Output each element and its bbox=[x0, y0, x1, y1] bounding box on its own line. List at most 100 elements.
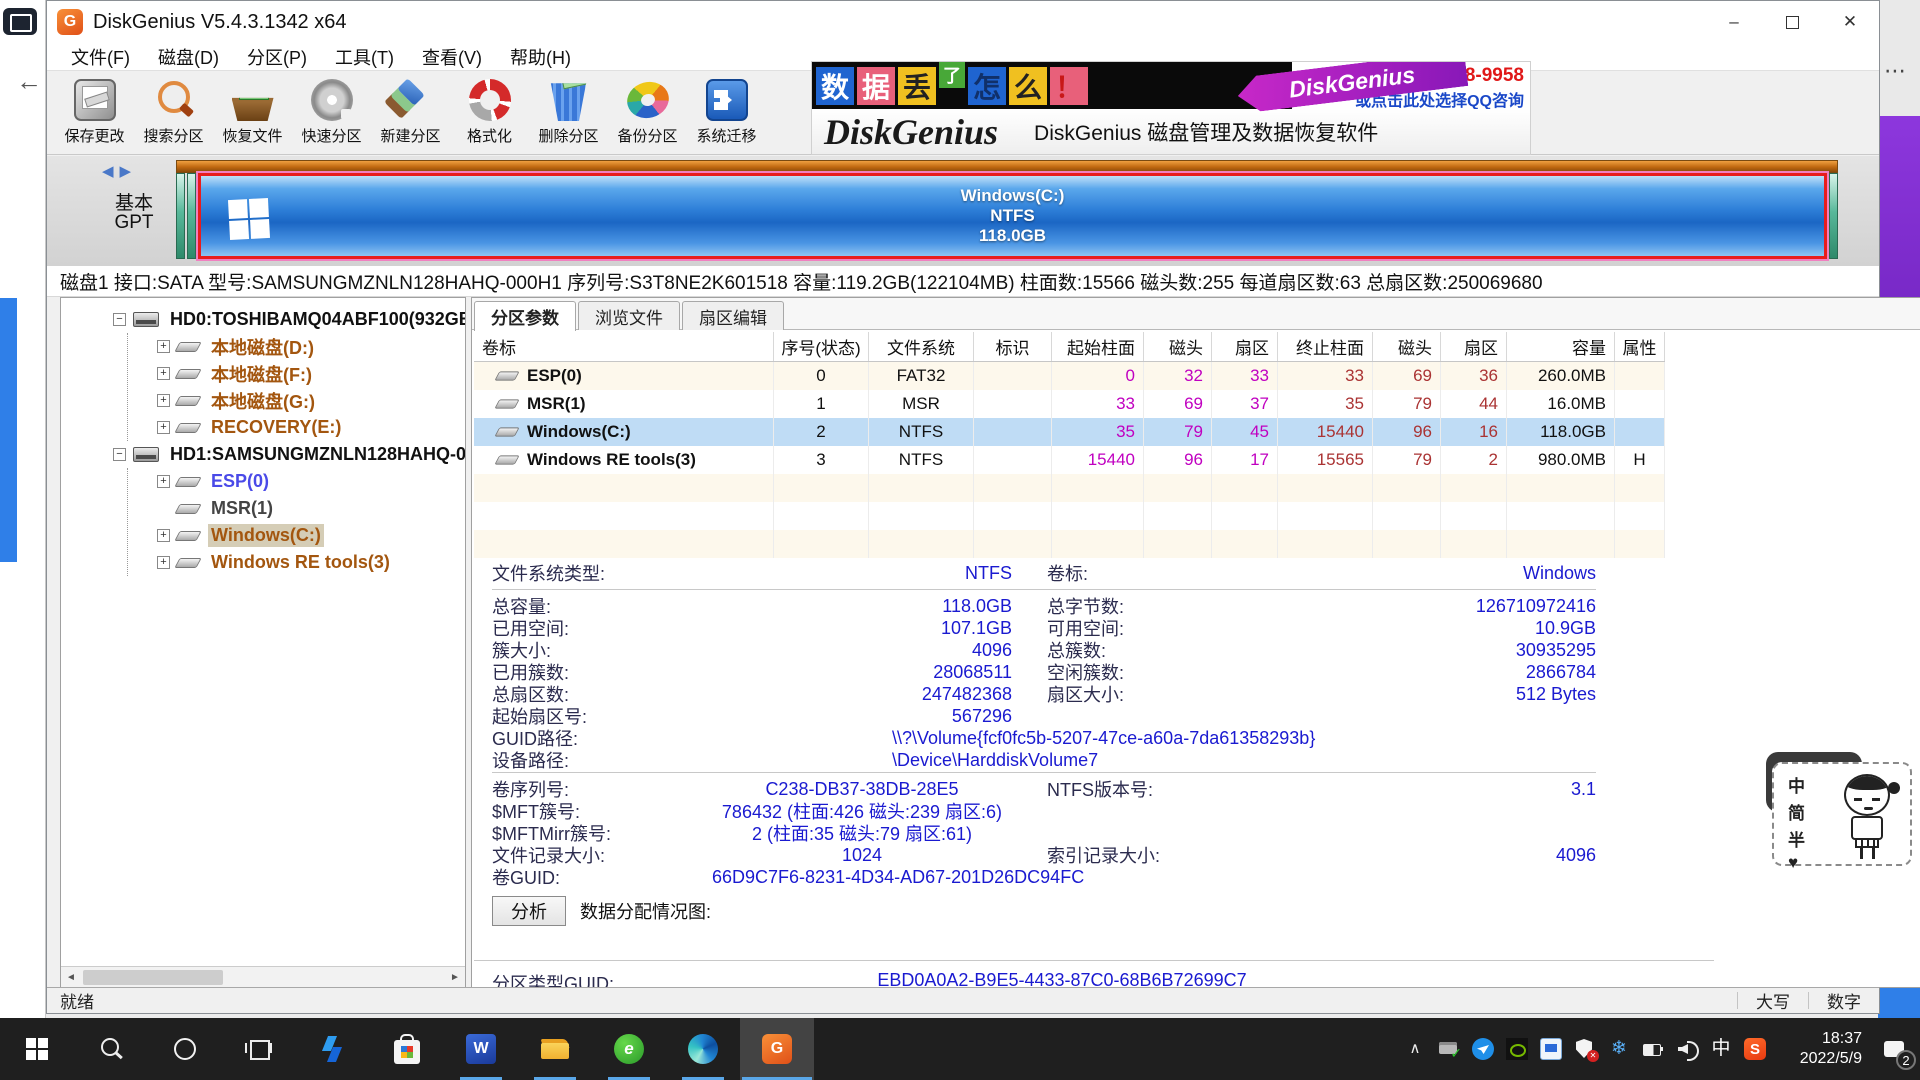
menu-item-1[interactable]: 磁盘(D) bbox=[144, 44, 233, 70]
taskbar-clock[interactable]: 18:37 2022/5/9 bbox=[1772, 1018, 1868, 1080]
menu-item-5[interactable]: 帮助(H) bbox=[496, 44, 585, 70]
tree-item-6[interactable]: +ESP(0) bbox=[61, 468, 465, 495]
cell-eh: 79 bbox=[1373, 446, 1441, 474]
close-button[interactable]: ✕ bbox=[1821, 1, 1879, 43]
cell-ec: 33 bbox=[1278, 362, 1373, 390]
toolbar-button-quick[interactable]: 快速分区 bbox=[292, 71, 371, 154]
tree-item-1[interactable]: +本地磁盘(D:) bbox=[61, 333, 465, 360]
menu-item-0[interactable]: 文件(F) bbox=[57, 44, 144, 70]
column-header-10[interactable]: 容量 bbox=[1507, 332, 1615, 361]
tray-printer-button[interactable] bbox=[1432, 1018, 1466, 1080]
partition-c-selected[interactable]: Windows(C:) NTFS 118.0GB bbox=[198, 173, 1827, 259]
taskbar-browser-360-button[interactable]: e bbox=[592, 1018, 666, 1080]
analyze-button[interactable]: 分析 bbox=[492, 896, 566, 926]
tray-volume-button[interactable] bbox=[1670, 1018, 1704, 1080]
minimize-button[interactable]: – bbox=[1705, 1, 1763, 43]
ime-status-widget[interactable]: 中简半♥ bbox=[1766, 752, 1916, 868]
tab-2[interactable]: 扇区编辑 bbox=[682, 301, 784, 330]
tree-horizontal-scrollbar[interactable]: ◄ ► bbox=[61, 966, 465, 987]
tree-item-2[interactable]: +本地磁盘(F:) bbox=[61, 360, 465, 387]
tray-intel-button[interactable] bbox=[1534, 1018, 1568, 1080]
tray-ime-zh-button[interactable]: 中 bbox=[1704, 1018, 1738, 1080]
ad-banner[interactable]: 数据丢了怎么！ 致电: 400-008-9958 或点击此处选择QQ咨询 Dis… bbox=[812, 62, 1530, 154]
tray-battery-button[interactable] bbox=[1636, 1018, 1670, 1080]
toolbar-button-newpart[interactable]: 新建分区 bbox=[371, 71, 450, 154]
collapse-icon[interactable]: − bbox=[113, 313, 126, 326]
tree-item-9[interactable]: +Windows RE tools(3) bbox=[61, 549, 465, 576]
column-header-8[interactable]: 磁头 bbox=[1373, 332, 1441, 361]
menu-item-4[interactable]: 查看(V) bbox=[408, 44, 496, 70]
table-row-Windows(C:)[interactable]: Windows(C:)2NTFS357945154409616118.0GB bbox=[474, 418, 1665, 446]
column-header-11[interactable]: 属性 bbox=[1615, 332, 1665, 361]
taskbar-cortana-button[interactable] bbox=[148, 1018, 222, 1080]
table-row-MSR(1)[interactable]: MSR(1)1MSR33693735794416.0MB bbox=[474, 390, 1665, 418]
tray-sogou-button[interactable]: S bbox=[1738, 1018, 1772, 1080]
tree-item-5[interactable]: −HD1:SAMSUNGMZNLN128HAHQ-000 bbox=[61, 441, 465, 468]
scroll-right-icon[interactable]: ► bbox=[445, 972, 465, 983]
expand-icon[interactable]: + bbox=[157, 367, 170, 380]
divider bbox=[474, 960, 1714, 961]
taskbar-store-button[interactable] bbox=[370, 1018, 444, 1080]
partition-esp-sliver[interactable] bbox=[176, 173, 185, 259]
toolbar-button-search[interactable]: 搜索分区 bbox=[134, 71, 213, 154]
format-icon bbox=[469, 79, 511, 121]
partition-re-sliver[interactable] bbox=[1829, 173, 1838, 259]
taskbar-task-view-button[interactable] bbox=[222, 1018, 296, 1080]
table-header-row: 卷标序号(状态)文件系统标识起始柱面磁头扇区终止柱面磁头扇区容量属性 bbox=[474, 332, 1665, 362]
menu-item-2[interactable]: 分区(P) bbox=[233, 44, 321, 70]
maximize-button[interactable] bbox=[1763, 1, 1821, 43]
menu-item-3[interactable]: 工具(T) bbox=[321, 44, 408, 70]
toolbar-button-migrate[interactable]: 系统迁移 bbox=[687, 71, 766, 154]
tab-0[interactable]: 分区参数 bbox=[474, 301, 576, 331]
tree-item-0[interactable]: −HD0:TOSHIBAMQ04ABF100(932GB) bbox=[61, 306, 465, 333]
partition-msr-sliver[interactable] bbox=[187, 173, 196, 259]
column-header-1[interactable]: 序号(状态) bbox=[774, 332, 869, 361]
tray-snowflake-button[interactable]: ❄ bbox=[1602, 1018, 1636, 1080]
taskbar-start-button[interactable] bbox=[0, 1018, 74, 1080]
expand-icon[interactable]: + bbox=[157, 556, 170, 569]
tray-chevron-up-button[interactable]: ∧ bbox=[1398, 1018, 1432, 1080]
toolbar-button-save[interactable]: 保存更改 bbox=[55, 71, 134, 154]
volume-label-label: 卷标: bbox=[1047, 560, 1247, 586]
column-header-9[interactable]: 扇区 bbox=[1441, 332, 1507, 361]
tree-item-8[interactable]: +Windows(C:) bbox=[61, 522, 465, 549]
column-header-3[interactable]: 标识 bbox=[974, 332, 1052, 361]
tree-item-4[interactable]: +RECOVERY(E:) bbox=[61, 414, 465, 441]
word-icon: W bbox=[466, 1034, 496, 1064]
expand-icon[interactable]: + bbox=[157, 475, 170, 488]
tray-nvidia-button[interactable] bbox=[1500, 1018, 1534, 1080]
tab-1[interactable]: 浏览文件 bbox=[578, 301, 680, 330]
toolbar-button-format[interactable]: 格式化 bbox=[450, 71, 529, 154]
tree-item-7[interactable]: MSR(1) bbox=[61, 495, 465, 522]
tray-defender-button[interactable] bbox=[1568, 1018, 1602, 1080]
column-header-2[interactable]: 文件系统 bbox=[869, 332, 974, 361]
expand-icon[interactable]: + bbox=[157, 421, 170, 434]
column-header-7[interactable]: 终止柱面 bbox=[1278, 332, 1373, 361]
taskbar-flash-button[interactable] bbox=[296, 1018, 370, 1080]
column-header-0[interactable]: 卷标 bbox=[474, 332, 774, 361]
taskbar-edge-button[interactable] bbox=[666, 1018, 740, 1080]
toolbar-button-recover[interactable]: 恢复文件 bbox=[213, 71, 292, 154]
tray-messenger-button[interactable] bbox=[1466, 1018, 1500, 1080]
toolbar-button-backup[interactable]: 备份分区 bbox=[608, 71, 687, 154]
collapse-icon[interactable]: − bbox=[113, 448, 126, 461]
expand-icon[interactable]: + bbox=[157, 340, 170, 353]
column-header-4[interactable]: 起始柱面 bbox=[1052, 332, 1144, 361]
notification-center-button[interactable]: 2 bbox=[1868, 1018, 1920, 1080]
disk-nav-arrows[interactable]: ◀▶ bbox=[102, 162, 137, 180]
taskbar-explorer-button[interactable] bbox=[518, 1018, 592, 1080]
taskbar-diskgenius-button[interactable]: G bbox=[740, 1018, 814, 1080]
detail-value: 126710972416 bbox=[1247, 596, 1596, 617]
scrollbar-thumb[interactable] bbox=[83, 970, 223, 985]
expand-icon[interactable]: + bbox=[157, 529, 170, 542]
toolbar-button-delete[interactable]: 删除分区 bbox=[529, 71, 608, 154]
scroll-left-icon[interactable]: ◄ bbox=[61, 972, 81, 983]
expand-icon[interactable]: + bbox=[157, 394, 170, 407]
table-row-Windows RE tools(3)[interactable]: Windows RE tools(3)3NTFS1544096171556579… bbox=[474, 446, 1665, 474]
column-header-6[interactable]: 扇区 bbox=[1212, 332, 1278, 361]
taskbar-search-button[interactable] bbox=[74, 1018, 148, 1080]
column-header-5[interactable]: 磁头 bbox=[1144, 332, 1212, 361]
table-row-ESP(0)[interactable]: ESP(0)0FAT3203233336936260.0MB bbox=[474, 362, 1665, 390]
tree-item-3[interactable]: +本地磁盘(G:) bbox=[61, 387, 465, 414]
taskbar-word-button[interactable]: W bbox=[444, 1018, 518, 1080]
